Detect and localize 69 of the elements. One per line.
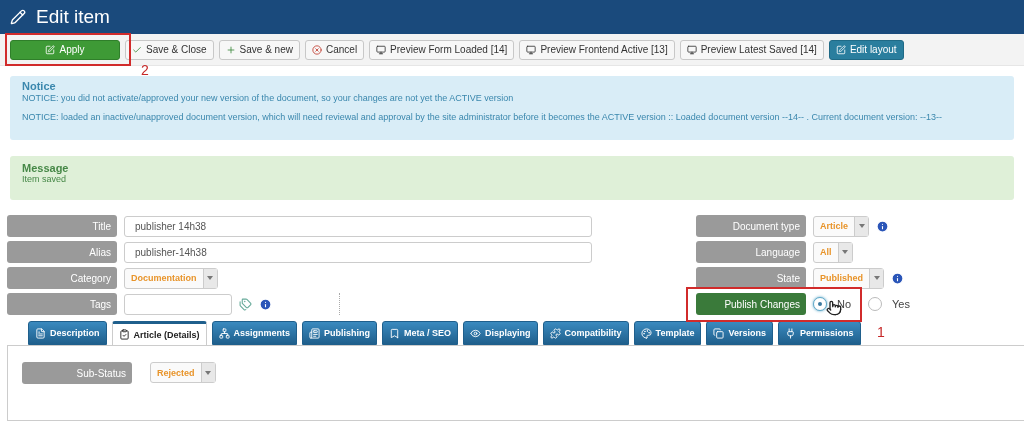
puzzle-icon xyxy=(549,327,561,339)
alert-heading: Notice xyxy=(22,80,57,92)
plug-icon xyxy=(785,327,796,339)
toolbar-button[interactable]: Save & new xyxy=(218,39,300,60)
check-icon xyxy=(132,44,142,55)
tab[interactable]: Template xyxy=(633,321,702,345)
tags-field[interactable] xyxy=(124,293,232,315)
text-field[interactable]: publisher-14h38 xyxy=(124,241,592,263)
toolbar-button[interactable]: Save & Close xyxy=(125,39,214,60)
annotation-number: 1 xyxy=(877,324,885,340)
monitor-icon xyxy=(526,44,537,55)
caret-icon xyxy=(205,370,212,375)
tab[interactable]: Versions xyxy=(706,321,773,345)
info-icon[interactable] xyxy=(876,219,889,233)
copy-icon xyxy=(713,327,725,339)
field-label: Title xyxy=(7,215,117,237)
field-label: Publish Changes xyxy=(696,293,806,315)
palette-icon xyxy=(640,327,652,339)
caret-icon xyxy=(207,276,213,280)
radio-label: Yes xyxy=(892,298,910,310)
field-label: Language xyxy=(696,241,806,263)
field-label: Sub-Status xyxy=(22,362,132,384)
edit-icon xyxy=(45,44,56,55)
document-icon xyxy=(35,327,46,339)
field-label: State xyxy=(696,267,806,289)
notice-text: NOTICE: you did not activate/approved your new version of the document, so your changes are not yet the ACTIVE version xyxy=(22,93,515,103)
eye-icon xyxy=(470,327,482,339)
tab[interactable]: Article (Details) xyxy=(111,321,207,345)
tab[interactable]: Description xyxy=(28,321,107,345)
monitor-icon xyxy=(376,44,387,55)
page-title: Edit item xyxy=(36,6,110,28)
text-field[interactable]: publisher 14h38 xyxy=(124,215,592,237)
field-label: Category xyxy=(7,267,117,289)
annotation-number: 2 xyxy=(141,62,149,78)
toolbar-button[interactable]: Preview Latest Saved [14] xyxy=(679,39,824,60)
caret-icon xyxy=(842,250,848,254)
info-icon[interactable] xyxy=(259,297,272,311)
radio-button[interactable] xyxy=(813,297,827,311)
radio-button[interactable] xyxy=(868,297,883,311)
tab[interactable]: Compatibility xyxy=(542,321,629,345)
bookmark-icon xyxy=(389,327,401,339)
alert-heading: Message xyxy=(22,162,70,174)
pencil-icon xyxy=(10,9,26,25)
toolbar-button[interactable]: Cancel xyxy=(304,39,365,60)
cancel-icon xyxy=(311,44,322,55)
message-text: Item saved xyxy=(22,174,67,184)
toolbar-button[interactable]: Edit layout xyxy=(828,39,904,60)
toolbar-button[interactable]: Apply xyxy=(10,39,120,60)
plus-icon xyxy=(225,44,236,55)
field-label: Alias xyxy=(7,241,117,263)
newspaper-icon xyxy=(309,327,321,339)
clipboard-check-icon xyxy=(118,329,130,340)
caret-icon xyxy=(858,224,865,228)
tags-icon[interactable] xyxy=(239,297,252,311)
tab[interactable]: Permissions xyxy=(778,321,861,345)
field-label: Document type xyxy=(696,215,806,237)
monitor-icon xyxy=(686,44,697,55)
tab[interactable]: Assignments xyxy=(211,321,298,345)
tab[interactable]: Displaying xyxy=(463,321,538,345)
field-label: Tags xyxy=(7,293,117,315)
tab[interactable]: Publishing xyxy=(302,321,378,345)
sitemap-icon xyxy=(218,327,230,339)
caret-icon xyxy=(873,276,880,280)
toolbar-button[interactable]: Preview Form Loaded [14] xyxy=(369,39,515,60)
notice-text: NOTICE: loaded an inactive/unapproved document version, which will need reviewal and approval by the site administrator before it becomes the ACTIVE version :: Loaded document version --14-- . Current document version: --13-- xyxy=(22,112,943,122)
info-icon[interactable] xyxy=(891,271,904,285)
toolbar-button[interactable]: Preview Frontend Active [13] xyxy=(519,39,675,60)
edit-icon xyxy=(835,44,846,55)
tab[interactable]: Meta / SEO xyxy=(382,321,459,345)
